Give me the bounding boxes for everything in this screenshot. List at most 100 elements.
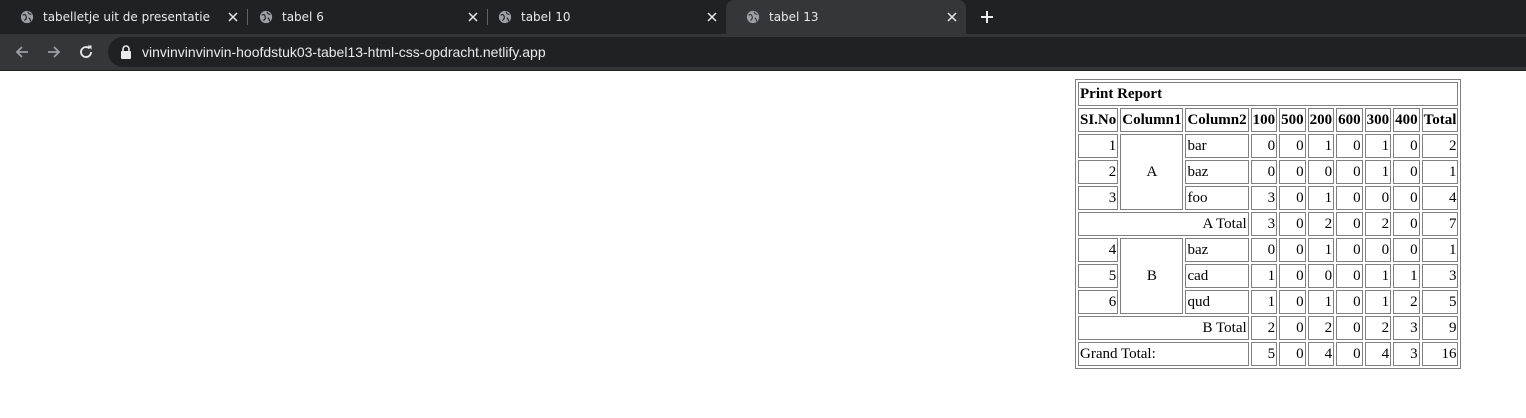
tab-tabel-6[interactable]: tabel 6: [239, 0, 487, 34]
value-cell: 0: [1393, 238, 1420, 262]
group-cell: B: [1120, 238, 1184, 314]
globe-icon: [498, 10, 512, 24]
value-cell: 1: [1250, 290, 1278, 314]
value-cell: 0: [1279, 134, 1306, 158]
column-header: 200: [1307, 108, 1335, 132]
value-cell: 1: [1393, 264, 1420, 288]
si-cell: 3: [1078, 186, 1119, 210]
value-cell: 1: [1250, 264, 1278, 288]
value-cell: 1: [1307, 134, 1335, 158]
value-cell: 2: [1307, 212, 1335, 236]
si-cell: 1: [1078, 134, 1119, 158]
value-cell: 0: [1336, 342, 1363, 366]
grand-total-label: Grand Total:: [1078, 342, 1249, 366]
value-cell: 0: [1279, 316, 1306, 340]
value-cell: 0: [1393, 186, 1420, 210]
si-cell: 4: [1078, 238, 1119, 262]
address-bar[interactable]: vinvinvinvinvin-hoofdstuk03-tabel13-html…: [108, 37, 1526, 67]
value-cell: 0: [1393, 212, 1420, 236]
value-cell: 0: [1250, 238, 1278, 262]
value-cell: 0: [1336, 160, 1363, 184]
subtotal-row: B Total 2 0 2 0 2 3 9: [1078, 316, 1459, 340]
column2-cell: foo: [1185, 186, 1249, 210]
globe-icon: [259, 10, 273, 24]
new-tab-button[interactable]: [977, 7, 997, 27]
group-cell: A: [1120, 134, 1184, 210]
page-content: Print Report SI.No Column1 Column2 100 5…: [0, 71, 1526, 418]
value-cell: 1: [1307, 238, 1335, 262]
value-cell: 4: [1307, 342, 1335, 366]
value-cell: 0: [1250, 160, 1278, 184]
tab-title: tabel 13: [769, 10, 819, 24]
si-cell: 5: [1078, 264, 1119, 288]
value-cell: 0: [1250, 134, 1278, 158]
value-cell: 3: [1250, 212, 1278, 236]
value-cell: 2: [1364, 212, 1392, 236]
close-icon[interactable]: [704, 9, 720, 25]
value-cell: 0: [1393, 134, 1420, 158]
column2-cell: baz: [1185, 160, 1249, 184]
value-cell: 2: [1364, 316, 1392, 340]
value-cell: 0: [1336, 316, 1363, 340]
reload-button[interactable]: [76, 42, 96, 62]
total-cell: 9: [1421, 316, 1459, 340]
column2-cell: cad: [1185, 264, 1249, 288]
value-cell: 4: [1364, 342, 1392, 366]
value-cell: 0: [1393, 160, 1420, 184]
column-header: Column1: [1120, 108, 1184, 132]
value-cell: 0: [1336, 290, 1363, 314]
value-cell: 2: [1250, 316, 1278, 340]
value-cell: 0: [1336, 264, 1363, 288]
value-cell: 0: [1279, 264, 1306, 288]
column-header: Column2: [1185, 108, 1249, 132]
value-cell: 1: [1364, 264, 1392, 288]
value-cell: 1: [1307, 290, 1335, 314]
value-cell: 3: [1393, 342, 1420, 366]
column-header: 500: [1279, 108, 1306, 132]
globe-icon: [746, 10, 760, 24]
value-cell: 0: [1336, 212, 1363, 236]
value-cell: 2: [1393, 290, 1420, 314]
value-cell: 0: [1279, 186, 1306, 210]
column-header: 400: [1393, 108, 1420, 132]
column-header: SI.No: [1078, 108, 1119, 132]
arrow-right-icon: [48, 46, 61, 58]
value-cell: 0: [1336, 134, 1363, 158]
si-cell: 2: [1078, 160, 1119, 184]
column-header: 100: [1250, 108, 1278, 132]
si-cell: 6: [1078, 290, 1119, 314]
total-cell: 1: [1421, 160, 1459, 184]
total-cell: 1: [1421, 238, 1459, 262]
close-icon[interactable]: [944, 9, 960, 25]
table-row: 1 A bar 0 0 1 0 1 0 2: [1078, 134, 1459, 210]
tab-title: tabel 10: [521, 10, 571, 24]
subtotal-label: B Total: [1078, 316, 1249, 340]
value-cell: 0: [1336, 238, 1363, 262]
back-button[interactable]: [12, 42, 32, 62]
tab-presentatie[interactable]: tabelletje uit de presentatie: [0, 0, 247, 34]
lock-icon[interactable]: [120, 45, 132, 59]
value-cell: 1: [1307, 186, 1335, 210]
total-cell: 4: [1421, 186, 1459, 210]
reload-icon: [80, 45, 92, 58]
total-cell: 3: [1421, 264, 1459, 288]
url-text[interactable]: vinvinvinvinvin-hoofdstuk03-tabel13-html…: [142, 44, 546, 60]
column-header: 600: [1336, 108, 1363, 132]
subtotal-label: A Total: [1078, 212, 1249, 236]
report-title: Print Report: [1078, 82, 1459, 106]
value-cell: 1: [1364, 290, 1392, 314]
value-cell: 3: [1393, 316, 1420, 340]
column-header: 300: [1364, 108, 1392, 132]
column-header: Total: [1421, 108, 1459, 132]
tab-tabel-13[interactable]: tabel 13: [726, 0, 966, 34]
value-cell: 5: [1250, 342, 1278, 366]
value-cell: 0: [1279, 212, 1306, 236]
tab-tabel-10[interactable]: tabel 10: [478, 0, 726, 34]
forward-button[interactable]: [44, 42, 64, 62]
grand-total-row: Grand Total: 5 0 4 0 4 3 16: [1078, 342, 1459, 366]
value-cell: 0: [1279, 238, 1306, 262]
value-cell: 0: [1307, 160, 1335, 184]
value-cell: 0: [1279, 290, 1306, 314]
value-cell: 0: [1336, 186, 1363, 210]
table-row: 4 B baz 0 0 1 0 0 0 1: [1078, 238, 1459, 314]
